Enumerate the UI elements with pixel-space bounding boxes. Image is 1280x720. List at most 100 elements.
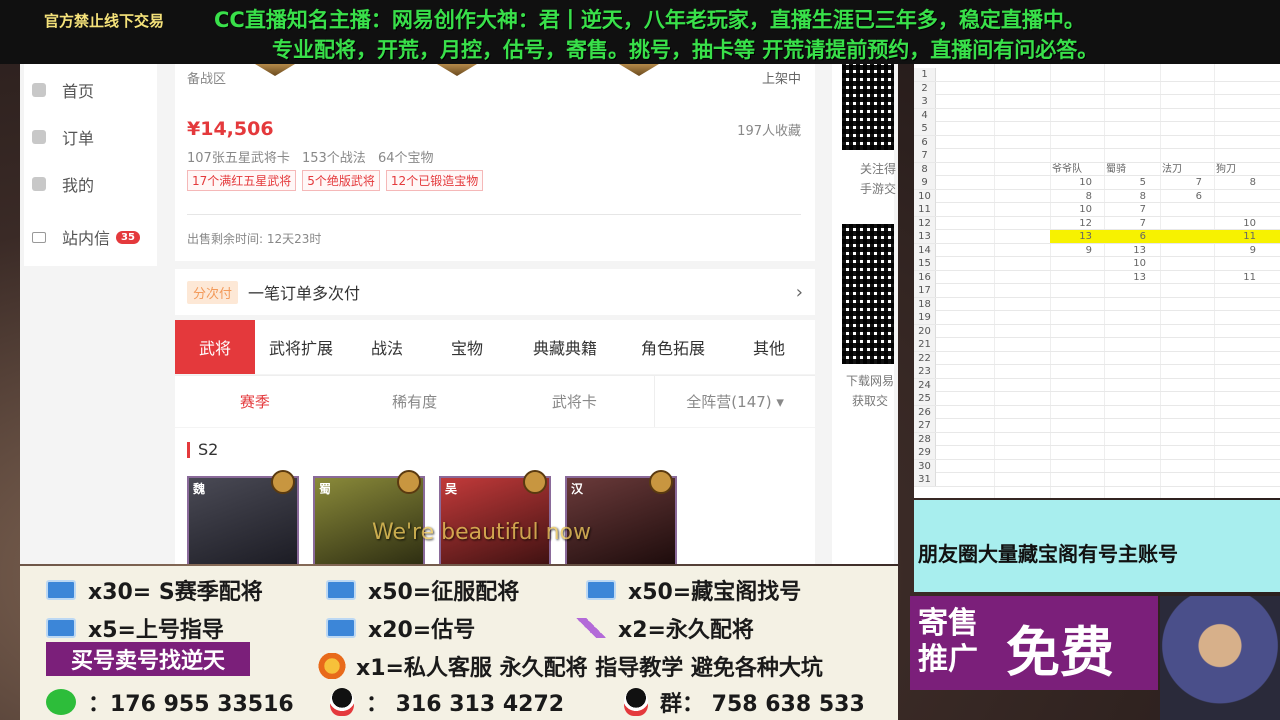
tab-collection[interactable]: 典藏典籍: [507, 320, 623, 374]
sheet-row[interactable]: 13 13 6 11: [914, 230, 1280, 244]
sheet-row[interactable]: 7: [914, 149, 1280, 163]
sidebar-item-messages[interactable]: 站内信 35: [32, 222, 140, 252]
service-text: x20=估号: [368, 618, 476, 643]
sheet-cell[interactable]: 13: [1042, 230, 1092, 243]
sheet-row[interactable]: 30: [914, 459, 1280, 473]
sheet-row[interactable]: 18: [914, 297, 1280, 311]
qr-label: 关注得: [860, 162, 897, 176]
banner-line-1: CC直播知名主播：网易创作大神：君丨逆天，八年老玩家，直播生涯已三年多，稳定直播…: [214, 8, 1085, 32]
sheet-cell[interactable]: 9: [1042, 244, 1092, 257]
sheet-cell[interactable]: 13: [1096, 271, 1146, 284]
sheet-row[interactable]: 12 12 7 10: [914, 216, 1280, 230]
row-number: 22: [914, 351, 936, 365]
tag: 12个已锻造宝物: [385, 170, 484, 191]
tab-other[interactable]: 其他: [723, 320, 815, 374]
rank-badge-icon: [271, 470, 295, 494]
sheet-cell[interactable]: 8: [1096, 190, 1146, 203]
user-icon: [32, 177, 46, 191]
tab-general-ext[interactable]: 武将扩展: [255, 320, 347, 374]
sheet-row[interactable]: 10 8 8 6: [914, 189, 1280, 203]
sheet-row[interactable]: 14 9 13 9: [914, 243, 1280, 257]
sheet-row[interactable]: 2: [914, 81, 1280, 95]
sheet-row[interactable]: 25: [914, 392, 1280, 406]
sheet-cell[interactable]: 7: [1096, 203, 1146, 216]
filter-rarity[interactable]: 稀有度: [335, 376, 495, 427]
service-text: x5=上号指导: [88, 618, 224, 643]
faction-label: 蜀: [319, 482, 332, 496]
gold-ornament: [437, 64, 477, 76]
row-number: 24: [914, 378, 936, 392]
sheet-cell[interactable]: 11: [1206, 271, 1256, 284]
sheet-row[interactable]: 26: [914, 405, 1280, 419]
sheet-row[interactable]: 20: [914, 324, 1280, 338]
sheet-cell[interactable]: 10: [1042, 203, 1092, 216]
sheet-cell[interactable]: 10: [1042, 176, 1092, 189]
sheet-row[interactable]: 9 10 5 7 8: [914, 176, 1280, 190]
sheet-row[interactable]: 27: [914, 419, 1280, 433]
sheet-cell[interactable]: 8: [1206, 176, 1256, 189]
row-number: 14: [914, 243, 936, 257]
sheet-cell[interactable]: 6: [1152, 190, 1202, 203]
banner-tag: 官方禁止线下交易: [44, 12, 165, 30]
sheet-cell[interactable]: 8: [1042, 190, 1092, 203]
sheet-row[interactable]: 15 10: [914, 257, 1280, 271]
highlight-tags: 17个满红五星武将 5个绝版武将 12个已锻造宝物: [187, 170, 484, 191]
sheet-row[interactable]: 5: [914, 122, 1280, 136]
flame-icon: [318, 653, 346, 679]
sheet-row[interactable]: 24: [914, 378, 1280, 392]
service-item: x2=永久配将: [576, 612, 754, 644]
sheet-row[interactable]: 3: [914, 95, 1280, 109]
filter-card[interactable]: 武将卡: [495, 376, 655, 427]
row-number: 26: [914, 405, 936, 419]
group-number: 群： 758 638 533: [660, 692, 865, 717]
sheet-row[interactable]: 28: [914, 432, 1280, 446]
top-banner: 官方禁止线下交易 CC直播知名主播：网易创作大神：君丨逆天，八年老玩家，直播生涯…: [0, 0, 1280, 64]
sheet-row[interactable]: 29: [914, 446, 1280, 460]
qq-icon: [330, 688, 354, 716]
spreadsheet: 1 2 3 4 5 6 7 8 爷爷队 蜀骑 法刀 狗刀 9 10 5 7 8 10 8 8 6 11 10 7 12 12 7 10…: [914, 64, 1280, 498]
sheet-row[interactable]: 4: [914, 108, 1280, 122]
sheet-row[interactable]: 21: [914, 338, 1280, 352]
row-number: 16: [914, 270, 936, 284]
tab-generals[interactable]: 武将: [175, 320, 255, 374]
installment-row[interactable]: 分次付 一笔订单多次付 ›: [175, 269, 815, 315]
sale-timer: 出售剩余时间: 12天23时: [187, 232, 322, 246]
sheet-row[interactable]: 6: [914, 135, 1280, 149]
filter-season[interactable]: 赛季: [175, 376, 335, 427]
row-number: 18: [914, 297, 936, 311]
sheet-cell[interactable]: 6: [1096, 230, 1146, 243]
sheet-cell[interactable]: 9: [1206, 244, 1256, 257]
sheet-row[interactable]: 31: [914, 473, 1280, 487]
sheet-cell[interactable]: 7: [1152, 176, 1202, 189]
sheet-row[interactable]: 16 13 11: [914, 270, 1280, 284]
sheet-row[interactable]: 1: [914, 68, 1280, 82]
filter-faction-dropdown[interactable]: 全阵营(147) ▾: [654, 376, 815, 427]
sheet-row[interactable]: 19: [914, 311, 1280, 325]
row-number: 20: [914, 324, 936, 338]
hero-card[interactable]: 魏: [187, 470, 299, 564]
sheet-cell[interactable]: 11: [1206, 230, 1256, 243]
sheet-cell[interactable]: 12: [1042, 217, 1092, 230]
sheet-cell[interactable]: 10: [1206, 217, 1256, 230]
tab-treasures[interactable]: 宝物: [427, 320, 507, 374]
sheet-row[interactable]: 23: [914, 365, 1280, 379]
sidebar-item-home[interactable]: 首页: [32, 75, 94, 105]
sheet-cell[interactable]: 10: [1096, 257, 1146, 270]
order-icon: [32, 130, 46, 144]
sheet-row[interactable]: 8 爷爷队 蜀骑 法刀 狗刀: [914, 162, 1280, 176]
buy-sell-banner: 买号卖号找逆天: [46, 642, 250, 676]
sidebar-item-mine[interactable]: 我的: [32, 169, 94, 199]
row-number: 17: [914, 284, 936, 297]
sidebar-item-orders[interactable]: 订单: [32, 122, 94, 152]
sheet-row[interactable]: 17: [914, 284, 1280, 298]
sheet-row[interactable]: 11 10 7: [914, 203, 1280, 217]
listing-status: 上架中: [761, 72, 801, 87]
qq-number: ： 316 313 4272: [366, 692, 565, 717]
sheet-row[interactable]: 22: [914, 351, 1280, 365]
tab-role-ext[interactable]: 角色拓展: [623, 320, 723, 374]
sale-line-1: 寄售: [918, 606, 978, 641]
tab-tactics[interactable]: 战法: [347, 320, 427, 374]
sheet-cell[interactable]: 13: [1096, 244, 1146, 257]
sheet-cell[interactable]: 5: [1096, 176, 1146, 189]
sheet-cell[interactable]: 7: [1096, 217, 1146, 230]
